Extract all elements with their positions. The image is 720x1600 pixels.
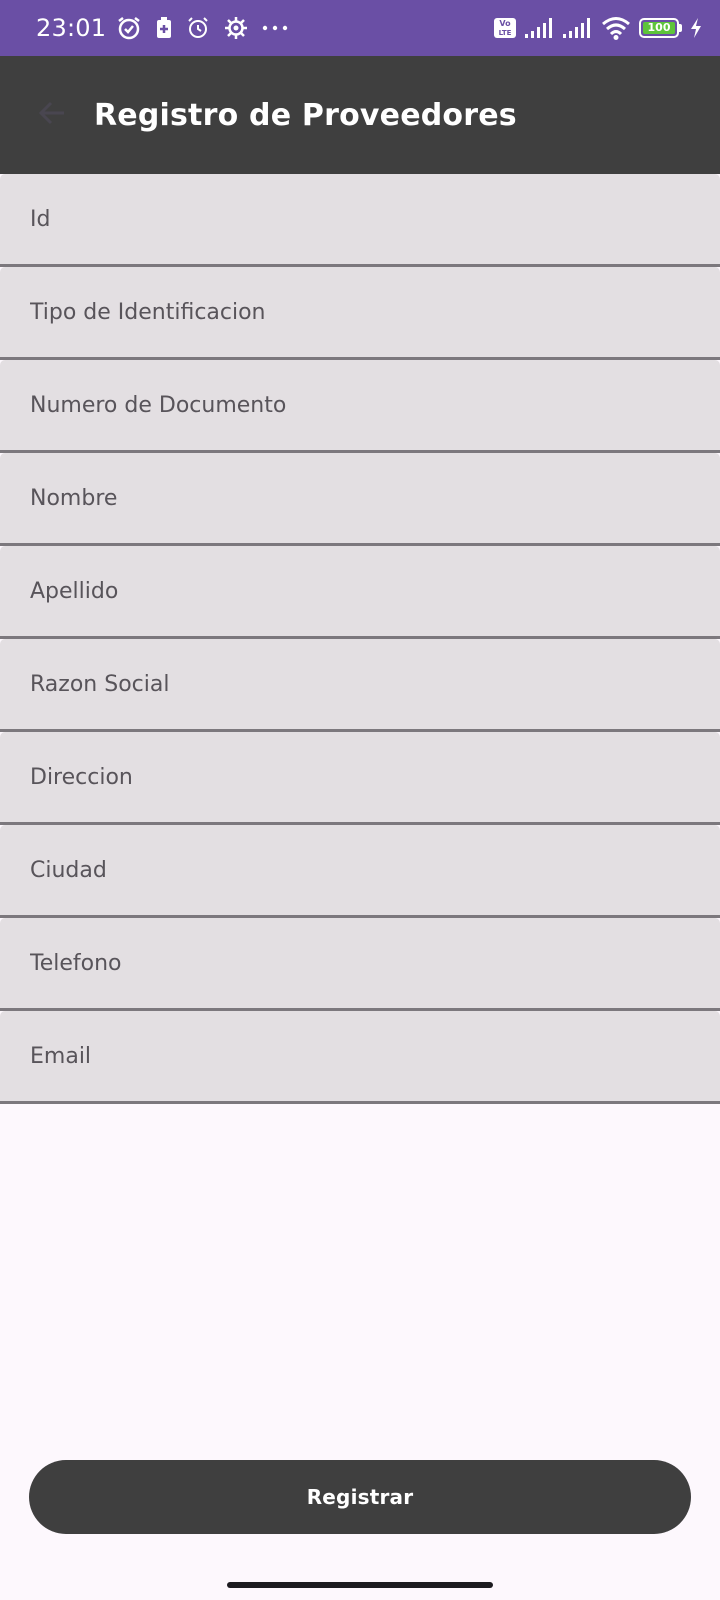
city-field-container (0, 825, 720, 918)
business-name-field[interactable] (0, 639, 720, 729)
id-field[interactable] (0, 174, 720, 264)
first-name-field-container (0, 453, 720, 546)
back-button[interactable] (24, 87, 80, 143)
phone-field-container (0, 918, 720, 1011)
wifi-icon (601, 16, 631, 40)
battery-icon: 100 (639, 18, 682, 38)
first-name-field[interactable] (0, 453, 720, 543)
charging-icon (690, 18, 702, 38)
status-time: 23:01 (36, 14, 107, 42)
identification-type-field-container (0, 267, 720, 360)
arrow-back-icon (36, 97, 68, 133)
volte-icon: Vo LTE (493, 17, 517, 39)
id-field-container (0, 174, 720, 267)
battery-level: 100 (643, 22, 675, 34)
register-button[interactable]: Registrar (29, 1460, 691, 1534)
settings-icon (224, 16, 248, 40)
alarm-outline-icon (186, 16, 210, 40)
business-name-field-container (0, 639, 720, 732)
page-title: Registro de Proveedores (94, 97, 517, 133)
email-field[interactable] (0, 1011, 720, 1101)
more-dots-icon (262, 24, 288, 32)
app-bar: Registro de Proveedores (0, 56, 720, 174)
alarm-icon (116, 15, 142, 41)
signal-icon (563, 17, 593, 39)
status-left-icons (116, 15, 288, 41)
address-field-container (0, 732, 720, 825)
battery-saver-icon (156, 17, 172, 39)
document-number-field-container (0, 360, 720, 453)
status-right-icons: Vo LTE 100 (493, 16, 702, 40)
last-name-field[interactable] (0, 546, 720, 636)
svg-text:Vo: Vo (499, 19, 511, 28)
supplier-form (0, 174, 720, 1104)
address-field[interactable] (0, 732, 720, 822)
svg-text:LTE: LTE (499, 29, 512, 37)
phone-field[interactable] (0, 918, 720, 1008)
email-field-container (0, 1011, 720, 1104)
last-name-field-container (0, 546, 720, 639)
city-field[interactable] (0, 825, 720, 915)
document-number-field[interactable] (0, 360, 720, 450)
home-indicator[interactable] (227, 1582, 493, 1588)
status-bar: 23:01 Vo LTE 100 (0, 0, 720, 56)
identification-type-field[interactable] (0, 267, 720, 357)
signal-icon (525, 17, 555, 39)
